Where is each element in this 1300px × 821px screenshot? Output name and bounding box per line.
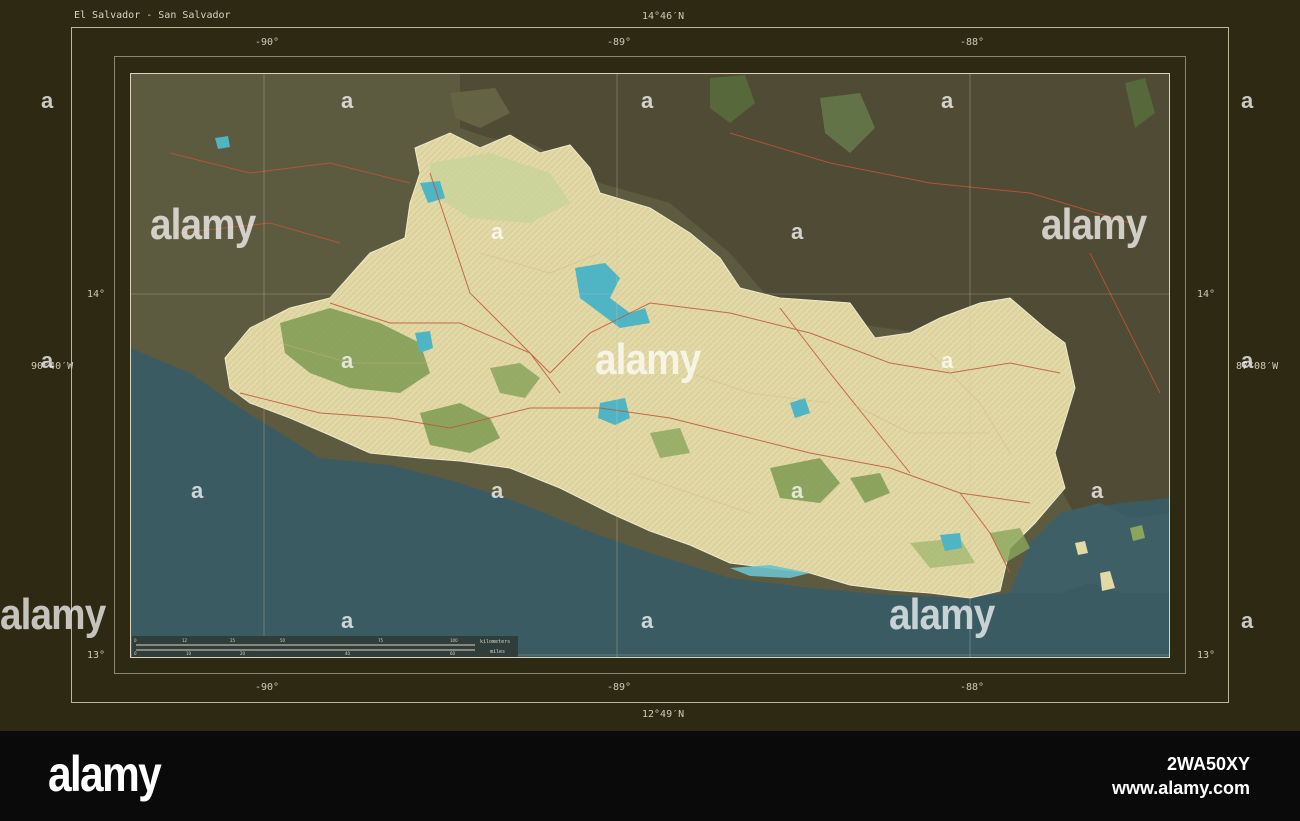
watermark-glyph: a bbox=[191, 478, 204, 503]
svg-text:40: 40 bbox=[345, 651, 351, 656]
watermark-glyph: a bbox=[791, 478, 804, 503]
scale-bar: kilometers miles 0 12 25 50 75 100 0 10 … bbox=[132, 636, 518, 657]
footer-bar bbox=[0, 731, 1300, 821]
watermark-glyph: a bbox=[491, 478, 504, 503]
svg-text:10: 10 bbox=[186, 651, 192, 656]
watermark-glyph: a bbox=[341, 608, 354, 633]
watermark-word: alamy bbox=[595, 335, 701, 384]
svg-text:50: 50 bbox=[280, 638, 286, 643]
bottom-latitude-label: 12°49′N bbox=[642, 709, 685, 720]
lon-tick-top-1: -90° bbox=[255, 37, 280, 48]
svg-text:60: 60 bbox=[450, 651, 456, 656]
watermark-glyph: a bbox=[1241, 608, 1254, 633]
svg-text:20: 20 bbox=[240, 651, 246, 656]
lat-tick-right-2: 13° bbox=[1197, 650, 1216, 661]
watermark-glyph: a bbox=[1241, 348, 1254, 373]
watermark-glyph: a bbox=[41, 348, 54, 373]
scale-mi-label: miles bbox=[490, 649, 505, 655]
svg-text:12: 12 bbox=[182, 638, 188, 643]
watermark-glyph: a bbox=[641, 608, 654, 633]
lon-tick-bottom-2: -89° bbox=[607, 682, 632, 693]
watermark-word: alamy bbox=[889, 590, 995, 639]
svg-text:100: 100 bbox=[450, 638, 458, 643]
watermark-glyph: a bbox=[791, 219, 804, 244]
lat-tick-left-2: 13° bbox=[87, 650, 106, 661]
site-url: www.alamy.com bbox=[1111, 778, 1250, 798]
watermark-glyph: a bbox=[641, 88, 654, 113]
svg-text:25: 25 bbox=[230, 638, 236, 643]
lon-tick-bottom-1: -90° bbox=[255, 682, 280, 693]
map-title: El Salvador - San Salvador bbox=[74, 10, 231, 21]
watermark-word: alamy bbox=[1041, 200, 1147, 249]
watermark-glyph: a bbox=[941, 88, 954, 113]
lat-tick-left-1: 14° bbox=[87, 289, 106, 300]
lon-tick-top-3: -88° bbox=[960, 37, 985, 48]
watermark-glyph: a bbox=[41, 88, 54, 113]
lon-tick-top-2: -89° bbox=[607, 37, 632, 48]
watermark-glyph: a bbox=[341, 88, 354, 113]
image-id: 2WA50XY bbox=[1166, 754, 1250, 774]
top-latitude-label: 14°46′N bbox=[642, 11, 685, 22]
watermark-glyph: a bbox=[941, 348, 954, 373]
map-stage: El Salvador - San Salvador 14°46′N 12°49… bbox=[0, 0, 1300, 731]
lat-tick-right-1: 14° bbox=[1197, 289, 1216, 300]
lon-tick-bottom-3: -88° bbox=[960, 682, 985, 693]
svg-text:75: 75 bbox=[378, 638, 384, 643]
watermark-glyph: a bbox=[1241, 88, 1254, 113]
watermark-glyph: a bbox=[1091, 478, 1104, 503]
brand-logo: alamy bbox=[48, 746, 162, 802]
watermark-word: alamy bbox=[150, 200, 256, 249]
watermark-glyph: a bbox=[341, 348, 354, 373]
watermark-word: alamy bbox=[0, 590, 106, 639]
watermark-glyph: a bbox=[491, 219, 504, 244]
scale-km-label: kilometers bbox=[480, 639, 510, 645]
